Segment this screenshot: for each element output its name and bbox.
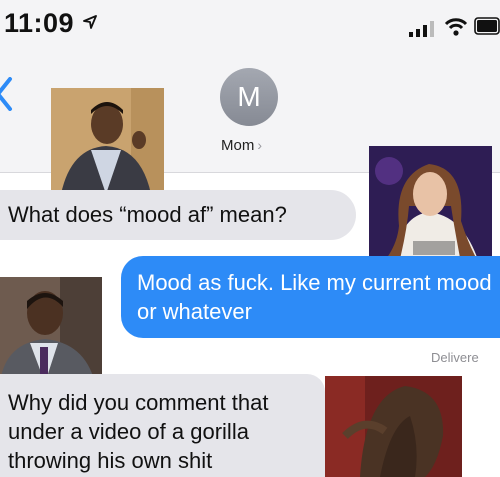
- contact-name: Mom: [221, 137, 255, 154]
- signal-icon: [409, 21, 434, 37]
- chevron-right-icon: ›: [257, 137, 263, 153]
- status-time: 11:09: [4, 8, 75, 38]
- message-text: Why did you comment that under a video o…: [8, 390, 269, 473]
- message-text: What does “mood af” mean?: [8, 202, 287, 227]
- woman-hair-flip-photo: [325, 376, 462, 477]
- bald-man-in-vest-photo: [0, 277, 102, 383]
- contact-avatar[interactable]: M: [220, 68, 278, 126]
- wifi-icon: [444, 18, 468, 36]
- back-chevron-icon[interactable]: [0, 77, 14, 111]
- sent-message-bubble[interactable]: Mood as fuck. Like my current mood or wh…: [121, 256, 500, 338]
- battery-icon: [474, 17, 500, 35]
- woman-with-wavy-hair-photo: [369, 146, 492, 263]
- location-arrow-icon: [83, 15, 97, 29]
- contact-name-button[interactable]: Mom ›: [221, 137, 262, 154]
- man-in-vest-smoking-photo: [51, 88, 164, 194]
- received-message-bubble[interactable]: Why did you comment that under a video o…: [0, 374, 325, 477]
- message-text: Mood as fuck. Like my current mood or wh…: [137, 270, 492, 324]
- avatar-initial: M: [237, 81, 261, 112]
- received-message-bubble[interactable]: What does “mood af” mean?: [0, 190, 356, 240]
- delivered-status: Delivere: [431, 350, 479, 365]
